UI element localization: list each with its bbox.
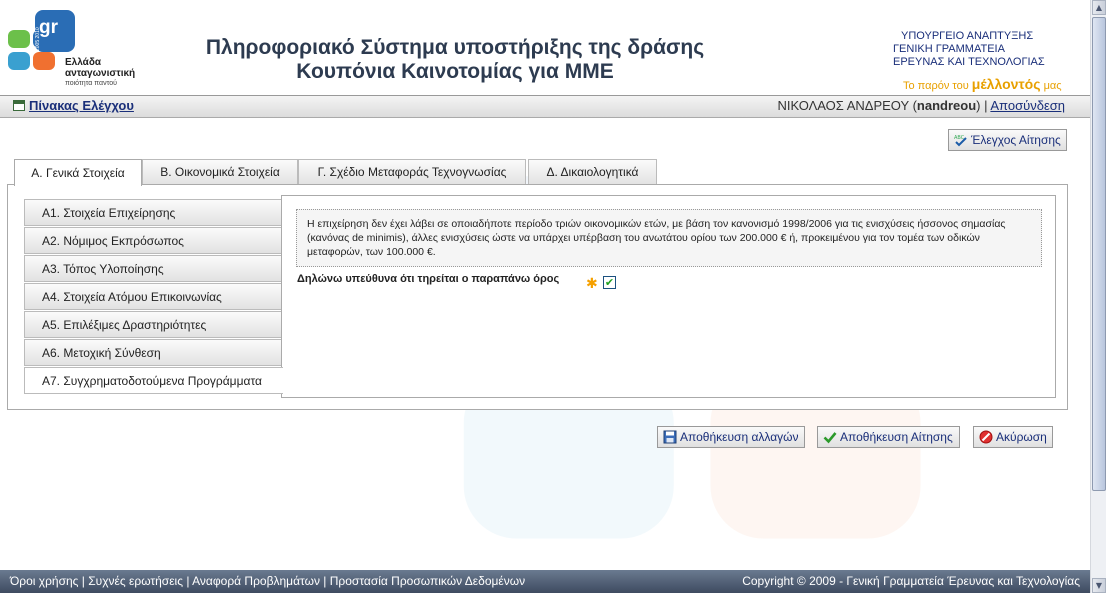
- floppy-disk-icon: [663, 430, 677, 444]
- sidebar-item-a7[interactable]: Α7. Συγχρηματοδοτούμενα Προγράμματα: [24, 367, 283, 394]
- ministry-line2: ΓΕΝΙΚΗ ΓΡΑΜΜΑΤΕΙΑ: [893, 43, 1005, 55]
- header: gr 2005 2010 Ελλάδα ανταγωνιστική ποιότη…: [0, 0, 1090, 95]
- tab-documents[interactable]: Δ. Δικαιολογητικά: [528, 159, 657, 184]
- tab-transfer-plan[interactable]: Γ. Σχέδιο Μεταφοράς Τεχνογνωσίας: [298, 159, 526, 184]
- ministry-line1: ΥΠΟΥΡΓΕΙΟ ΑΝΑΠΤΥΞΗΣ: [901, 30, 1034, 42]
- logo-mark: gr: [39, 17, 59, 38]
- tab-general-label: Α. Γενικά Στοιχεία: [31, 166, 125, 180]
- logout-link[interactable]: Αποσύνδεση: [990, 98, 1065, 113]
- save-changes-button[interactable]: Αποθήκευση αλλαγών: [657, 426, 805, 448]
- logo-years: 2005 2010: [35, 27, 41, 51]
- page-title-line1: Πληροφοριακό Σύστημα υποστήριξης της δρά…: [205, 36, 705, 59]
- vertical-scrollbar[interactable]: ▲ ▼: [1090, 0, 1106, 593]
- dashboard-icon[interactable]: [13, 100, 25, 111]
- sidebar-item-a2[interactable]: Α2. Νόμιμος Εκπρόσωπος: [24, 227, 282, 254]
- footer-link-faq[interactable]: Συχνές ερωτήσεις: [88, 574, 183, 588]
- ministry-block: ΥΠΟΥΡΓΕΙΟ ΑΝΑΠΤΥΞΗΣ ΓΕΝΙΚΗ ΓΡΑΜΜΑΤΕΙΑ ΕΡ…: [893, 30, 1045, 69]
- tab-financial-label: Β. Οικονομικά Στοιχεία: [160, 165, 280, 179]
- check-application-label: Έλεγχος Αίτησης: [971, 133, 1061, 147]
- dashboard-link[interactable]: Πίνακας Ελέγχου: [29, 98, 134, 113]
- save-changes-label: Αποθήκευση αλλαγών: [680, 430, 799, 444]
- logo-text-line1: Ελλάδα: [65, 57, 102, 68]
- motto-post: μας: [1043, 80, 1062, 92]
- user-name: ΝΙΚΟΛΑΟΣ ΑΝΔΡΕΟΥ: [777, 98, 909, 113]
- tab-financial[interactable]: Β. Οικονομικά Στοιχεία: [142, 159, 298, 184]
- spellcheck-icon: ABC: [954, 133, 968, 147]
- check-application-button[interactable]: ABC Έλεγχος Αίτησης: [948, 129, 1067, 151]
- save-application-label: Αποθήκευση Αίτησης: [840, 430, 953, 444]
- declaration-checkbox[interactable]: ✔: [603, 276, 616, 289]
- footer-link-report[interactable]: Αναφορά Προβλημάτων: [192, 574, 320, 588]
- sidebar-item-label: Α1. Στοιχεία Επιχείρησης: [42, 205, 176, 220]
- user-login: nandreou: [916, 98, 977, 113]
- footer-link-terms[interactable]: Όροι χρήσης: [10, 574, 78, 588]
- sidebar-item-a6[interactable]: Α6. Μετοχική Σύνθεση: [24, 339, 282, 366]
- cancel-label: Ακύρωση: [996, 430, 1047, 444]
- cancel-button[interactable]: Ακύρωση: [973, 426, 1053, 448]
- save-application-button[interactable]: Αποθήκευση Αίτησης: [817, 426, 960, 448]
- top-bar: Πίνακας Ελέγχου ΝΙΚΟΛΑΟΣ ΑΝΔΡΕΟΥ (nandre…: [0, 95, 1090, 118]
- declaration-label: Δηλώνω υπεύθυνα ότι τηρείται ο παραπάνω …: [297, 273, 560, 285]
- sidebar-item-label: Α2. Νόμιμος Εκπρόσωπος: [42, 233, 184, 248]
- tab-transfer-plan-label: Γ. Σχέδιο Μεταφοράς Τεχνογνωσίας: [317, 165, 507, 179]
- footer: Όροι χρήσης | Συχνές ερωτήσεις | Αναφορά…: [0, 570, 1090, 593]
- logo-text-line3: ποιότητα παντού: [65, 80, 117, 87]
- scroll-thumb[interactable]: [1092, 17, 1106, 491]
- sidebar-item-a1[interactable]: Α1. Στοιχεία Επιχείρησης: [24, 199, 282, 226]
- cancel-icon: [979, 430, 993, 444]
- page: gr 2005 2010 Ελλάδα ανταγωνιστική ποιότη…: [0, 0, 1090, 593]
- sidebar-item-a4[interactable]: Α4. Στοιχεία Ατόμου Επικοινωνίας: [24, 283, 282, 310]
- required-asterisk-icon: ✱: [586, 276, 598, 292]
- user-info: ΝΙΚΟΛΑΟΣ ΑΝΔΡΕΟΥ (nandreou) | Αποσύνδεση: [777, 98, 1065, 113]
- motto: Το παρόν του μέλλοντός μας: [903, 76, 1062, 92]
- sidebar-item-a3[interactable]: Α3. Τόπος Υλοποίησης: [24, 255, 282, 282]
- sidebar-item-label: Α4. Στοιχεία Ατόμου Επικοινωνίας: [42, 289, 222, 304]
- de-minimis-notice: Η επιχείρηση δεν έχει λάβει σε οποιαδήπο…: [296, 209, 1042, 267]
- sidebar-item-label: Α3. Τόπος Υλοποίησης: [42, 261, 164, 276]
- page-title-line2: Κουπόνια Καινοτομίας για ΜΜΕ: [296, 60, 614, 83]
- footer-copyright: Copyright © 2009 - Γενική Γραμματεία Έρε…: [742, 574, 1080, 588]
- sidebar-item-label: Α7. Συγχρηματοδοτούμενα Προγράμματα: [42, 373, 262, 388]
- checkmark-icon: [823, 430, 837, 444]
- tab-documents-label: Δ. Δικαιολογητικά: [546, 165, 639, 179]
- logo-text-line2: ανταγωνιστική: [65, 68, 136, 79]
- tab-general[interactable]: Α. Γενικά Στοιχεία: [14, 159, 142, 186]
- sidebar-item-label: Α5. Επιλέξιμες Δραστηριότητες: [42, 317, 207, 332]
- footer-link-privacy[interactable]: Προστασία Προσωπικών Δεδομένων: [330, 574, 525, 588]
- motto-bold: μέλλοντός: [971, 76, 1041, 92]
- footer-links: Όροι χρήσης | Συχνές ερωτήσεις | Αναφορά…: [10, 574, 526, 588]
- user-separator: |: [984, 98, 988, 113]
- scroll-up-icon[interactable]: ▲: [1092, 0, 1106, 15]
- ministry-line3: ΕΡΕΥΝΑΣ ΚΑΙ ΤΕΧΝΟΛΟΓΙΑΣ: [893, 56, 1045, 68]
- motto-pre: Το παρόν του: [903, 80, 969, 92]
- sidebar-item-label: Α6. Μετοχική Σύνθεση: [42, 345, 161, 360]
- sidebar-item-a5[interactable]: Α5. Επιλέξιμες Δραστηριότητες: [24, 311, 282, 338]
- scroll-down-icon[interactable]: ▼: [1092, 578, 1106, 593]
